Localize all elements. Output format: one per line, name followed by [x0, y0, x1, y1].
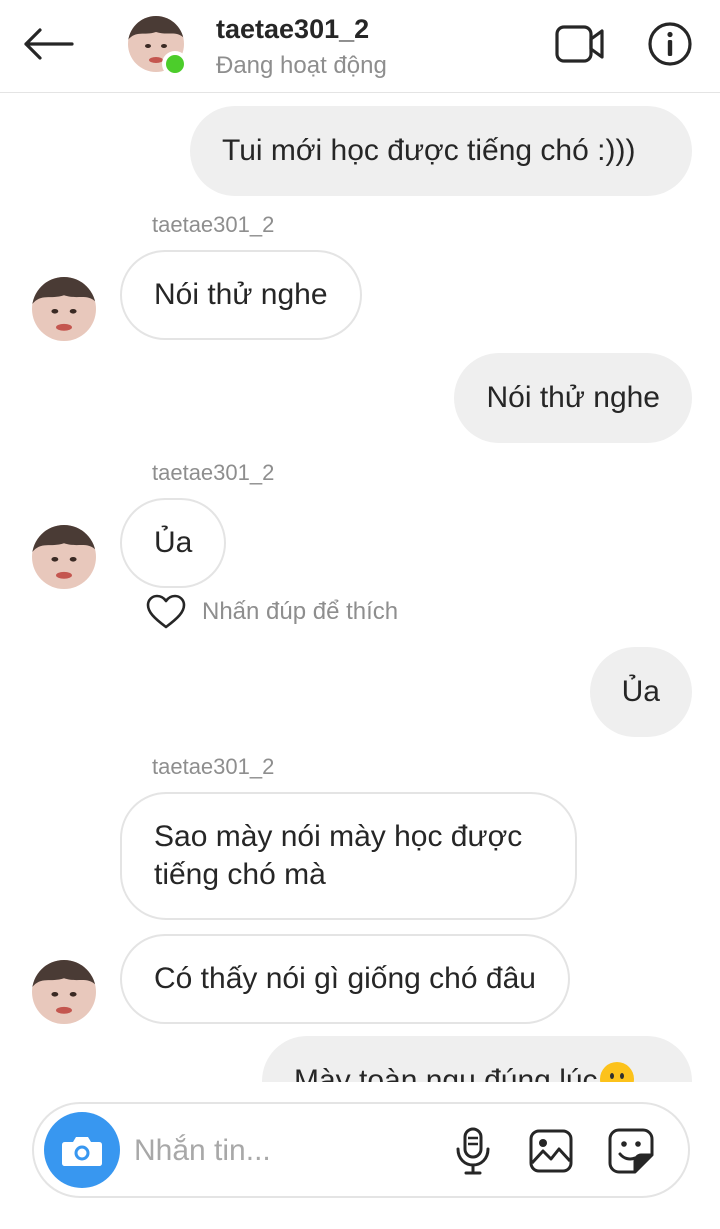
active-status: Đang hoạt động: [216, 52, 387, 79]
info-button[interactable]: [644, 18, 696, 70]
info-icon: [648, 22, 692, 66]
chat-header: taetae301_2 Đang hoạt động: [0, 0, 720, 93]
sender-name: taetae301_2: [152, 754, 275, 779]
avatar[interactable]: [32, 525, 96, 589]
slightly-smiling-face-icon: [599, 1062, 634, 1082]
message-outgoing[interactable]: Ủa: [589, 647, 692, 737]
camera-button[interactable]: [44, 1112, 120, 1188]
like-hint-label: Nhấn đúp để thích: [202, 598, 399, 625]
message-text: Nói thử nghe: [486, 381, 660, 414]
double-tap-like-hint[interactable]: Nhấn đúp để thích: [146, 594, 398, 630]
message-composer: [32, 1102, 690, 1198]
camera-icon: [62, 1137, 102, 1166]
sticker-icon: [608, 1128, 654, 1174]
message-incoming[interactable]: Có thấy nói gì giống chó đâu: [120, 934, 570, 1024]
message-incoming[interactable]: Nói thử nghe: [120, 250, 362, 340]
message-text: Nói thử nghe: [154, 278, 328, 311]
back-arrow-icon: [24, 28, 74, 60]
video-call-button[interactable]: [552, 20, 608, 68]
message-text: Có thấy nói gì giống chó đâu: [154, 962, 536, 995]
sender-name: taetae301_2: [152, 460, 275, 485]
message-input[interactable]: [134, 1122, 434, 1180]
gallery-icon: [529, 1129, 573, 1173]
heart-icon[interactable]: [146, 594, 186, 630]
message-outgoing[interactable]: Tui mới học được tiếng chó :))): [190, 106, 692, 196]
microphone-icon: [456, 1127, 490, 1175]
message-text: Ủa: [154, 526, 193, 559]
message-text: Sao mày nói mày học được tiếng chó mà: [154, 820, 523, 891]
online-status-dot: [162, 51, 188, 77]
gallery-button[interactable]: [526, 1126, 576, 1176]
message-outgoing[interactable]: Mày toàn ngu đúng lúc: [262, 1036, 692, 1082]
message-text: Ủa: [621, 675, 660, 708]
video-camera-icon: [555, 25, 604, 63]
message-outgoing[interactable]: Nói thử nghe: [454, 353, 692, 443]
back-button[interactable]: [20, 20, 76, 68]
message-text: Tui mới học được tiếng chó :))): [222, 134, 636, 167]
message-text: Mày toàn ngu đúng lúc: [294, 1064, 598, 1082]
sticker-button[interactable]: [606, 1126, 656, 1176]
chat-username[interactable]: taetae301_2: [216, 14, 369, 45]
message-incoming[interactable]: Ủa: [120, 498, 227, 588]
message-incoming[interactable]: Sao mày nói mày học được tiếng chó mà: [120, 792, 577, 920]
voice-message-button[interactable]: [448, 1126, 498, 1176]
avatar[interactable]: [32, 960, 96, 1024]
message-list[interactable]: Tui mới học được tiếng chó :))) taetae30…: [0, 94, 720, 1082]
sender-name: taetae301_2: [152, 212, 275, 237]
avatar[interactable]: [32, 277, 96, 341]
